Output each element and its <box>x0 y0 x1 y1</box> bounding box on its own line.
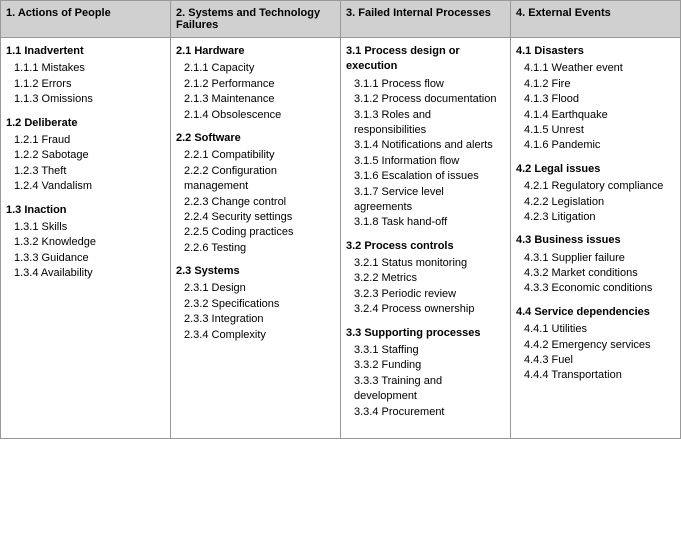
col3-body: 3.1 Process design or execution 3.1.1 Pro… <box>341 38 511 438</box>
item-col2-1-2: 2.2.3 Change control <box>184 195 335 210</box>
item-col4-1-0: 4.2.1 Regulatory compliance <box>524 179 675 194</box>
section-title-col2-1: 2.2 Software <box>176 131 335 146</box>
item-col1-1-1: 1.2.2 Sabotage <box>14 148 165 163</box>
item-col3-1-2: 3.2.3 Periodic review <box>354 287 505 302</box>
item-col3-2-0: 3.3.1 Staffing <box>354 343 505 358</box>
item-col4-2-1: 4.3.2 Market conditions <box>524 266 675 281</box>
col1-body: 1.1 Inadvertent 1.1.1 Mistakes1.1.2 Error… <box>1 38 171 438</box>
item-col1-2-2: 1.3.3 Guidance <box>14 251 165 266</box>
item-col2-1-3: 2.2.4 Security settings <box>184 210 335 225</box>
item-col1-1-2: 1.2.3 Theft <box>14 164 165 179</box>
section-title-col2-2: 2.3 Systems <box>176 264 335 279</box>
item-col4-0-0: 4.1.1 Weather event <box>524 61 675 76</box>
item-col4-3-1: 4.4.2 Emergency services <box>524 338 675 353</box>
item-col3-0-7: 3.1.8 Task hand-off <box>354 215 505 230</box>
header-col3: 3. Failed Internal Processes <box>341 1 511 37</box>
item-col3-0-2: 3.1.3 Roles and responsibilities <box>354 108 505 139</box>
item-col4-0-3: 4.1.4 Earthquake <box>524 108 675 123</box>
item-col4-3-3: 4.4.4 Transportation <box>524 368 675 383</box>
item-col4-0-2: 4.1.3 Flood <box>524 92 675 107</box>
item-col2-1-0: 2.2.1 Compatibility <box>184 148 335 163</box>
item-col1-0-2: 1.1.3 Omissions <box>14 92 165 107</box>
item-col4-0-4: 4.1.5 Unrest <box>524 123 675 138</box>
item-col4-0-1: 4.1.2 Fire <box>524 77 675 92</box>
item-col3-0-0: 3.1.1 Process flow <box>354 77 505 92</box>
body-row: 1.1 Inadvertent 1.1.1 Mistakes1.1.2 Error… <box>1 38 680 438</box>
item-col1-0-1: 1.1.2 Errors <box>14 77 165 92</box>
item-col3-0-5: 3.1.6 Escalation of issues <box>354 169 505 184</box>
section-title-col4-3: 4.4 Service dependencies <box>516 305 675 320</box>
item-col2-1-4: 2.2.5 Coding practices <box>184 225 335 240</box>
item-col1-1-3: 1.2.4 Vandalism <box>14 179 165 194</box>
item-col3-0-4: 3.1.5 Information flow <box>354 154 505 169</box>
item-col2-0-2: 2.1.3 Maintenance <box>184 92 335 107</box>
item-col1-0-0: 1.1.1 Mistakes <box>14 61 165 76</box>
item-col3-2-3: 3.3.4 Procurement <box>354 405 505 420</box>
item-col4-0-5: 4.1.6 Pandemic <box>524 138 675 153</box>
header-row: 1. Actions of People 2. Systems and Tech… <box>1 1 680 38</box>
item-col3-0-3: 3.1.4 Notifications and alerts <box>354 138 505 153</box>
section-title-col1-1: 1.2 Deliberate <box>6 116 165 131</box>
main-table: 1. Actions of People 2. Systems and Tech… <box>0 0 681 439</box>
section-title-col4-2: 4.3 Business issues <box>516 233 675 248</box>
item-col4-1-1: 4.2.2 Legislation <box>524 195 675 210</box>
item-col2-0-1: 2.1.2 Performance <box>184 77 335 92</box>
item-col4-3-0: 4.4.1 Utilities <box>524 322 675 337</box>
item-col4-3-2: 4.4.3 Fuel <box>524 353 675 368</box>
item-col2-2-0: 2.3.1 Design <box>184 281 335 296</box>
item-col4-2-0: 4.3.1 Supplier failure <box>524 251 675 266</box>
section-title-col3-0: 3.1 Process design or execution <box>346 44 505 75</box>
item-col3-1-3: 3.2.4 Process ownership <box>354 302 505 317</box>
col4-body: 4.1 Disasters 4.1.1 Weather event4.1.2 Fi… <box>511 38 680 438</box>
header-col1: 1. Actions of People <box>1 1 171 37</box>
header-col2: 2. Systems and Technology Failures <box>171 1 341 37</box>
section-title-col1-0: 1.1 Inadvertent <box>6 44 165 59</box>
item-col1-1-0: 1.2.1 Fraud <box>14 133 165 148</box>
item-col4-2-2: 4.3.3 Economic conditions <box>524 281 675 296</box>
item-col3-1-1: 3.2.2 Metrics <box>354 271 505 286</box>
item-col1-2-1: 1.3.2 Knowledge <box>14 235 165 250</box>
item-col2-2-2: 2.3.3 Integration <box>184 312 335 327</box>
item-col3-1-0: 3.2.1 Status monitoring <box>354 256 505 271</box>
item-col1-2-0: 1.3.1 Skills <box>14 220 165 235</box>
item-col3-0-1: 3.1.2 Process documentation <box>354 92 505 107</box>
item-col2-2-3: 2.3.4 Complexity <box>184 328 335 343</box>
item-col3-2-2: 3.3.3 Training and development <box>354 374 505 405</box>
item-col1-2-3: 1.3.4 Availability <box>14 266 165 281</box>
item-col2-1-5: 2.2.6 Testing <box>184 241 335 256</box>
header-col4: 4. External Events <box>511 1 680 37</box>
section-title-col3-1: 3.2 Process controls <box>346 239 505 254</box>
item-col3-0-6: 3.1.7 Service level agreements <box>354 185 505 216</box>
section-title-col2-0: 2.1 Hardware <box>176 44 335 59</box>
item-col2-1-1: 2.2.2 Configuration management <box>184 164 335 195</box>
item-col2-0-0: 2.1.1 Capacity <box>184 61 335 76</box>
col2-body: 2.1 Hardware 2.1.1 Capacity2.1.2 Performa… <box>171 38 341 438</box>
item-col3-2-1: 3.3.2 Funding <box>354 358 505 373</box>
item-col4-1-2: 4.2.3 Litigation <box>524 210 675 225</box>
section-title-col4-0: 4.1 Disasters <box>516 44 675 59</box>
section-title-col1-2: 1.3 Inaction <box>6 203 165 218</box>
item-col2-0-3: 2.1.4 Obsolescence <box>184 108 335 123</box>
item-col2-2-1: 2.3.2 Specifications <box>184 297 335 312</box>
section-title-col3-2: 3.3 Supporting processes <box>346 326 505 341</box>
section-title-col4-1: 4.2 Legal issues <box>516 162 675 177</box>
